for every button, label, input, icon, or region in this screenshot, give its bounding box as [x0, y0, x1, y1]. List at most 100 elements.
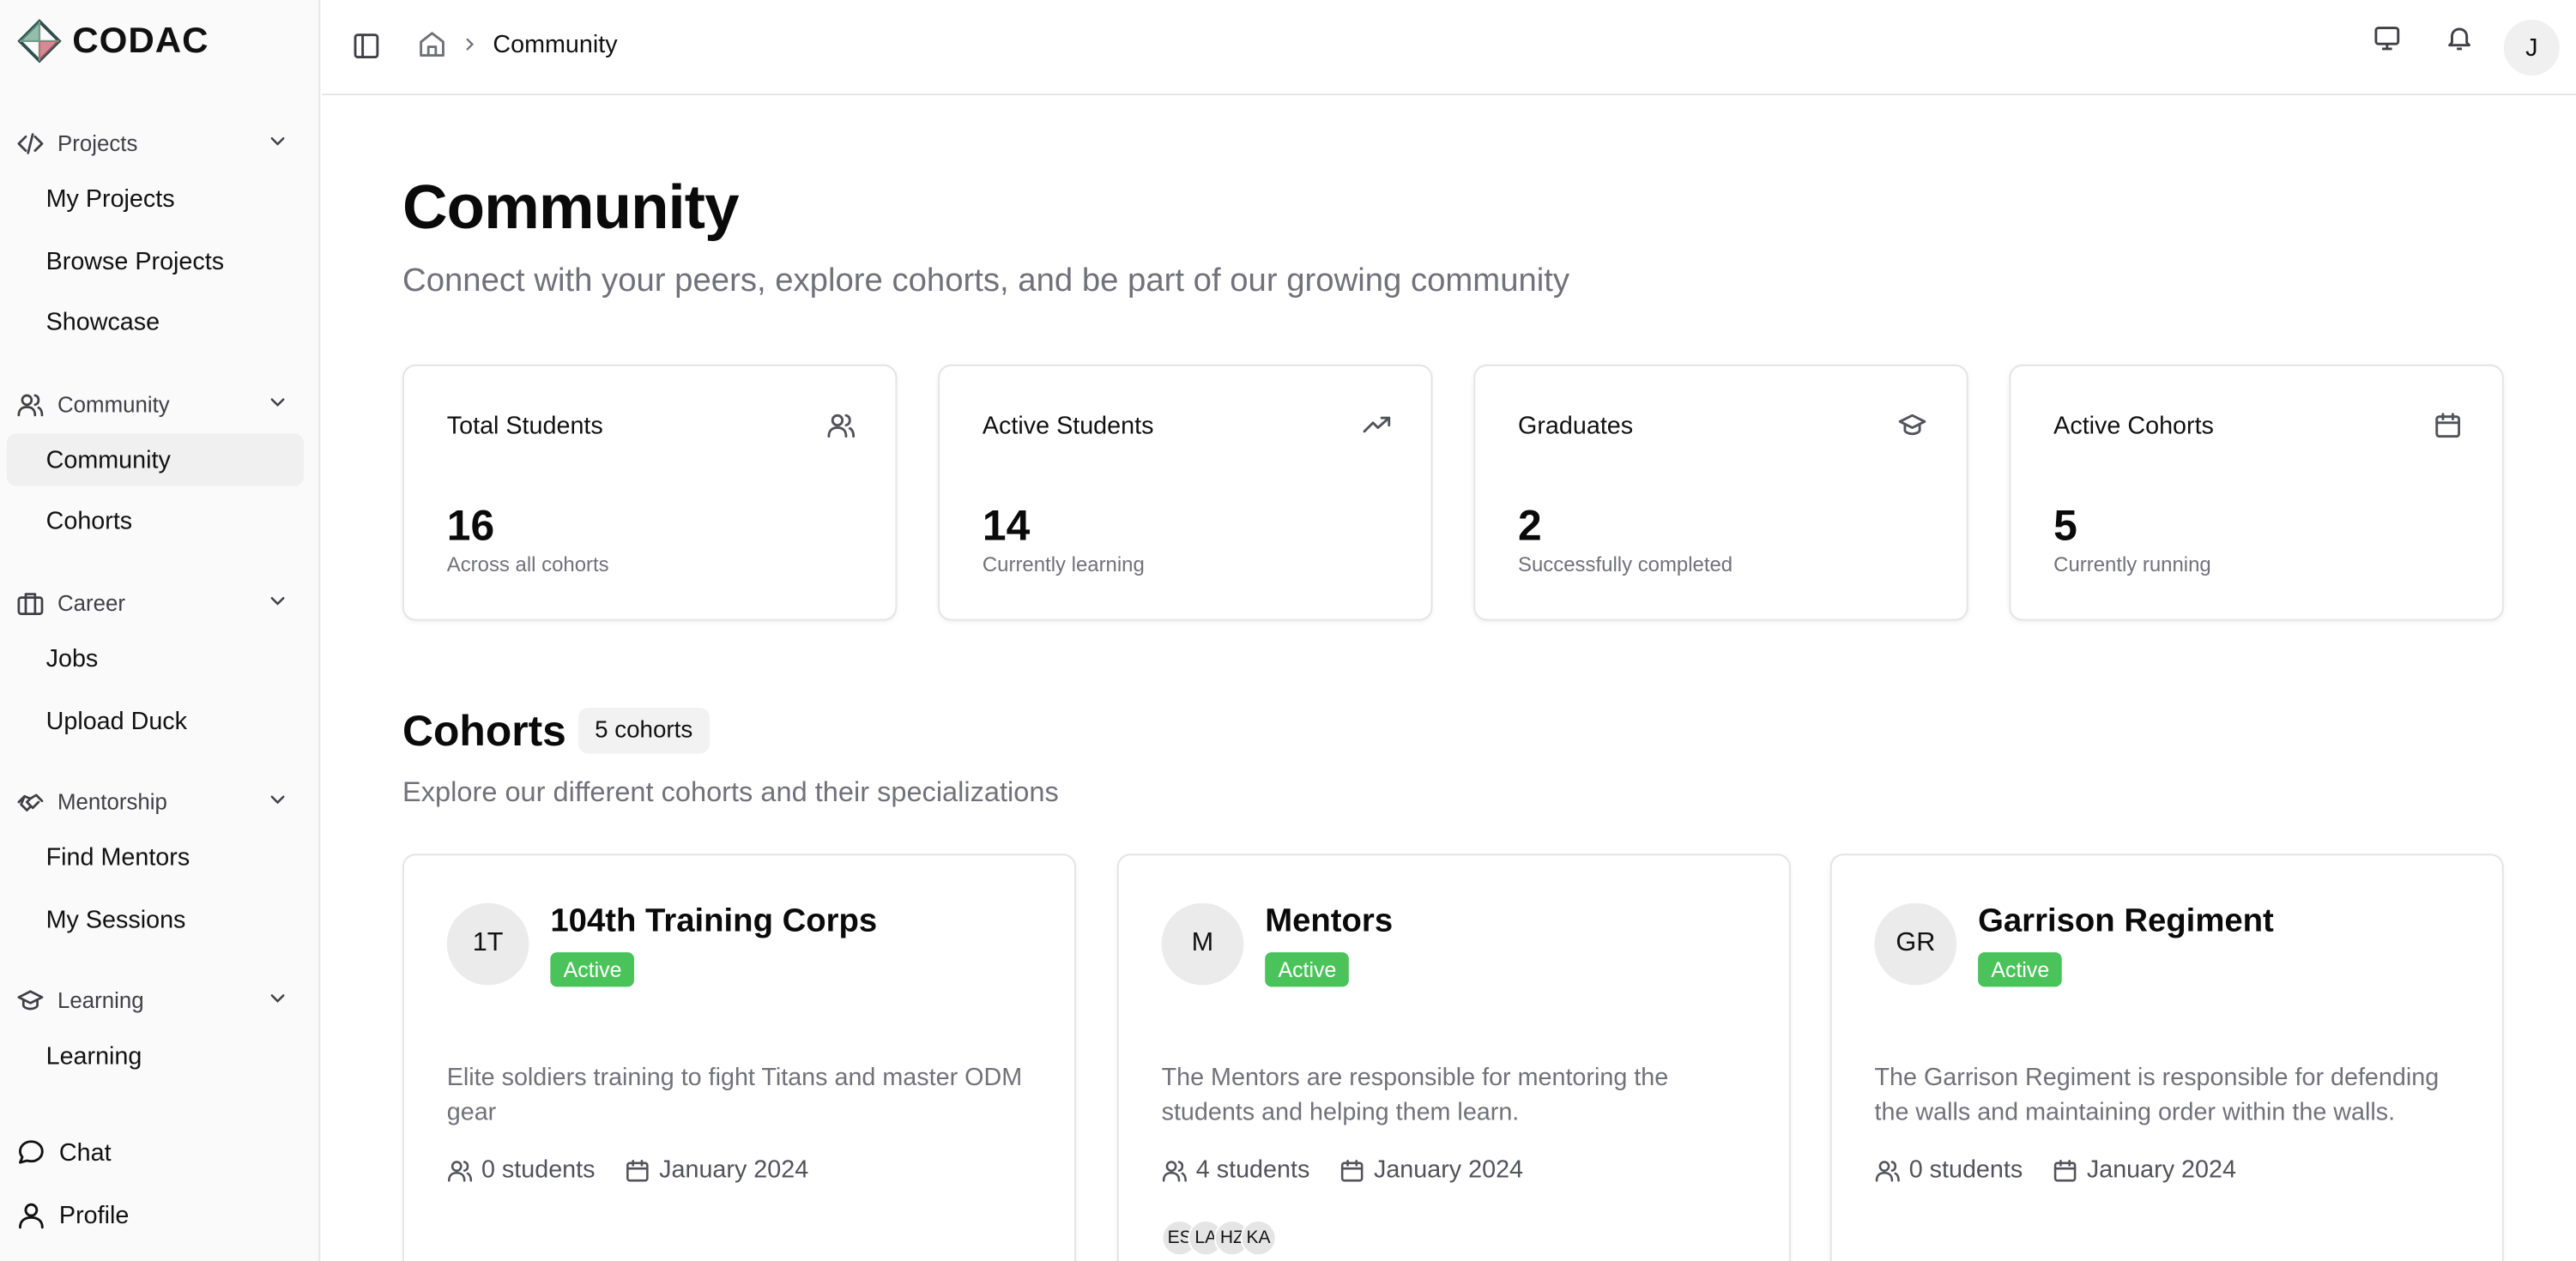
stat-note: Currently learning [982, 553, 1145, 576]
top-header: Community J [322, 0, 2576, 96]
status-badge: Active [1265, 952, 1350, 987]
status-badge: Active [1978, 952, 2063, 987]
sidebar-toggle-icon[interactable] [352, 31, 381, 60]
handshake-icon [17, 793, 44, 811]
cohort-card[interactable]: GR Garrison Regiment Active The Garrison… [1829, 854, 2504, 1261]
sidebar-item-community[interactable]: Community [6, 433, 305, 486]
cohort-description: Elite soldiers training to fight Titans … [446, 1064, 1023, 1127]
cohorts-section-title: Cohorts [402, 706, 566, 756]
cohort-meta: 4 students January 2024 [1162, 1155, 1523, 1184]
sidebar-item-learning[interactable]: Learning [7, 1029, 305, 1082]
calendar-icon [626, 1159, 650, 1181]
sidebar: CODAC Projects My Projects Browse Projec… [0, 0, 321, 1261]
stat-value: 5 [2053, 500, 2077, 551]
cohort-students: 4 students [1162, 1155, 1309, 1184]
chat-icon [19, 1140, 44, 1164]
cohort-meta: 0 students January 2024 [1874, 1155, 2236, 1184]
cohort-avatar: M [1161, 902, 1244, 986]
trending-up-icon [1363, 416, 1391, 433]
nav-group-label: Community [57, 391, 170, 417]
cohort-date: January 2024 [1339, 1155, 1523, 1184]
codac-logo-icon [17, 19, 62, 63]
stat-card-graduates: Graduates 2 Successfully completed [1473, 364, 1968, 621]
calendar-icon [2054, 1159, 2077, 1181]
chevron-down-icon[interactable] [266, 391, 289, 414]
users-icon [17, 393, 44, 416]
chevron-right-icon [466, 38, 475, 51]
graduation-cap-icon [17, 989, 44, 1010]
stat-label: Total Students [446, 412, 603, 440]
nav-group-label: Mentorship [57, 788, 167, 814]
stat-card-total-students: Total Students 16 Across all cohorts [402, 364, 898, 621]
sidebar-item-my-projects[interactable]: My Projects [7, 172, 305, 225]
chevron-down-icon[interactable] [266, 589, 289, 612]
stat-label: Graduates [1518, 412, 1634, 440]
nav-group-label: Projects [57, 130, 138, 155]
cohort-students-count: 0 students [481, 1155, 596, 1185]
cohort-name: Mentors [1265, 902, 1394, 939]
stat-value: 14 [982, 500, 1031, 551]
page-title: Community [402, 173, 739, 244]
sidebar-item-upload-duck[interactable]: Upload Duck [7, 695, 305, 747]
sidebar-item-find-mentors[interactable]: Find Mentors [7, 831, 305, 884]
stat-value: 2 [1518, 500, 1542, 551]
stat-label: Active Students [982, 412, 1154, 440]
nav-group-learning[interactable]: Learning [16, 980, 295, 1020]
chevron-down-icon[interactable] [266, 788, 289, 812]
nav-group-projects[interactable]: Projects [16, 124, 295, 163]
member-avatar[interactable]: KA [1240, 1220, 1277, 1257]
cohort-avatar: 1T [446, 902, 529, 986]
cohort-date: January 2024 [625, 1155, 808, 1184]
sidebar-item-my-sessions[interactable]: My Sessions [7, 893, 305, 945]
breadcrumb: Community [417, 29, 618, 58]
cohorts-section-subtitle: Explore our different cohorts and their … [402, 776, 1059, 808]
user-avatar[interactable]: J [2503, 19, 2560, 76]
cohort-students: 0 students [1874, 1155, 2023, 1184]
member-avatars: ES LA HZ KA [1161, 1220, 1277, 1257]
cohort-date-text: January 2024 [659, 1155, 809, 1185]
sidebar-item-showcase[interactable]: Showcase [7, 296, 305, 348]
calendar-icon [2435, 413, 2461, 438]
cohort-avatar: GR [1874, 902, 1957, 986]
nav-group-mentorship[interactable]: Mentorship [16, 781, 295, 821]
sidebar-item-label: Chat [58, 1138, 112, 1167]
cohort-name: Garrison Regiment [1978, 902, 2274, 939]
cohort-date: January 2024 [2053, 1155, 2236, 1184]
cohort-students: 0 students [447, 1155, 596, 1185]
nav-group-career[interactable]: Career [16, 582, 295, 622]
cohorts-count-badge: 5 cohorts [577, 707, 710, 754]
user-icon [19, 1203, 44, 1229]
chevron-down-icon[interactable] [266, 986, 289, 1010]
users-icon [448, 1160, 473, 1181]
sidebar-item-profile[interactable]: Profile [16, 1195, 129, 1234]
nav-group-label: Learning [57, 987, 144, 1013]
stat-value: 16 [446, 500, 495, 551]
cohort-card[interactable]: M Mentors Active The Mentors are respons… [1116, 854, 1791, 1261]
breadcrumb-current: Community [493, 30, 618, 58]
chevron-down-icon[interactable] [266, 130, 289, 153]
sidebar-item-label: Profile [58, 1201, 130, 1229]
page-subtitle: Connect with your peers, explore cohorts… [402, 262, 1570, 299]
users-icon [827, 413, 856, 438]
sidebar-item-chat[interactable]: Chat [16, 1133, 112, 1173]
nav-group-label: Career [57, 590, 126, 615]
sidebar-item-cohorts[interactable]: Cohorts [7, 494, 305, 546]
home-icon[interactable] [417, 29, 446, 58]
status-badge: Active [550, 952, 635, 987]
monitor-icon[interactable] [2373, 23, 2402, 52]
sidebar-item-jobs[interactable]: Jobs [7, 632, 305, 685]
users-icon [1875, 1160, 1900, 1181]
stat-label: Active Cohorts [2053, 412, 2214, 440]
bell-icon[interactable] [2445, 23, 2474, 52]
brand-name: CODAC [72, 19, 209, 61]
cohort-name: 104th Training Corps [550, 902, 878, 939]
cohort-card[interactable]: 1T 104th Training Corps Active Elite sol… [402, 854, 1077, 1261]
cohort-students-count: 0 students [1908, 1155, 2023, 1185]
nav-group-community[interactable]: Community [16, 384, 295, 424]
cohort-description: The Mentors are responsible for mentorin… [1161, 1064, 1669, 1127]
logo[interactable]: CODAC [16, 16, 209, 65]
stat-card-active-cohorts: Active Cohorts 5 Currently running [2009, 364, 2504, 621]
cohort-date-text: January 2024 [1373, 1155, 1524, 1185]
sidebar-item-browse-projects[interactable]: Browse Projects [7, 235, 305, 287]
stat-note: Across all cohorts [446, 553, 609, 576]
